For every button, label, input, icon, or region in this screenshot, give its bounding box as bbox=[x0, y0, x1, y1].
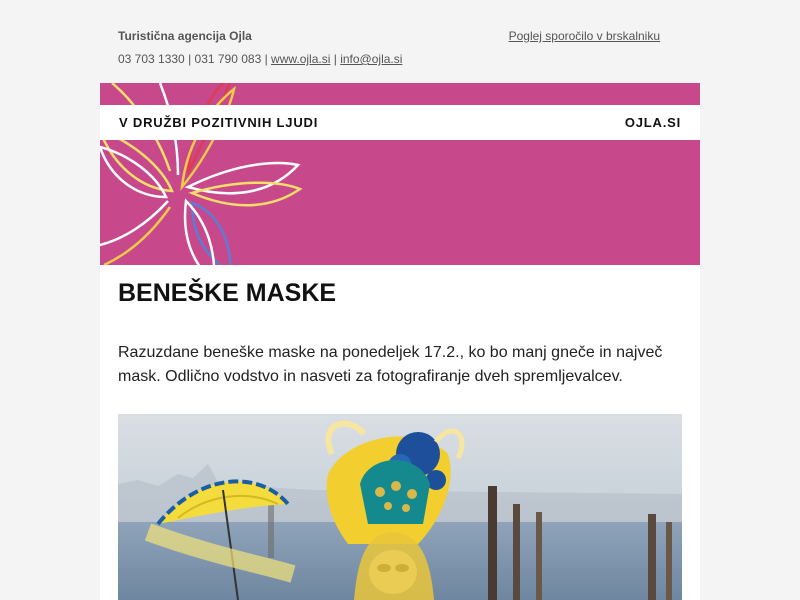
email-header: Turistična agencija Ojla 03 703 1330 | 0… bbox=[118, 29, 660, 66]
phone-numbers: 03 703 1330 | 031 790 083 | bbox=[118, 52, 272, 66]
contact-separator: | bbox=[330, 52, 341, 66]
carnival-mask-photo bbox=[118, 414, 682, 600]
website-link[interactable]: www.ojla.si bbox=[271, 52, 330, 66]
view-in-browser-link[interactable]: Poglej sporočilo v brskalniku bbox=[509, 29, 660, 43]
contact-line: 03 703 1330 | 031 790 083 | www.ojla.si … bbox=[118, 52, 660, 66]
carnival-photo-illustration bbox=[118, 414, 682, 600]
tagline-strip: V DRUŽBI POZITIVNIH LJUDI OJLA.SI bbox=[100, 105, 700, 140]
article-title: BENEŠKE MASKE bbox=[118, 279, 337, 307]
article-card: BENEŠKE MASKE Razuzdane beneške maske na… bbox=[100, 265, 700, 600]
article-description: Razuzdane beneške maske na ponedeljek 17… bbox=[118, 344, 663, 385]
email-link[interactable]: info@ojla.si bbox=[340, 52, 402, 66]
brand-name: OJLA.SI bbox=[624, 115, 681, 130]
tagline: V DRUŽBI POZITIVNIH LJUDI bbox=[119, 115, 319, 130]
hero-banner: V DRUŽBI POZITIVNIH LJUDI OJLA.SI bbox=[100, 83, 700, 265]
